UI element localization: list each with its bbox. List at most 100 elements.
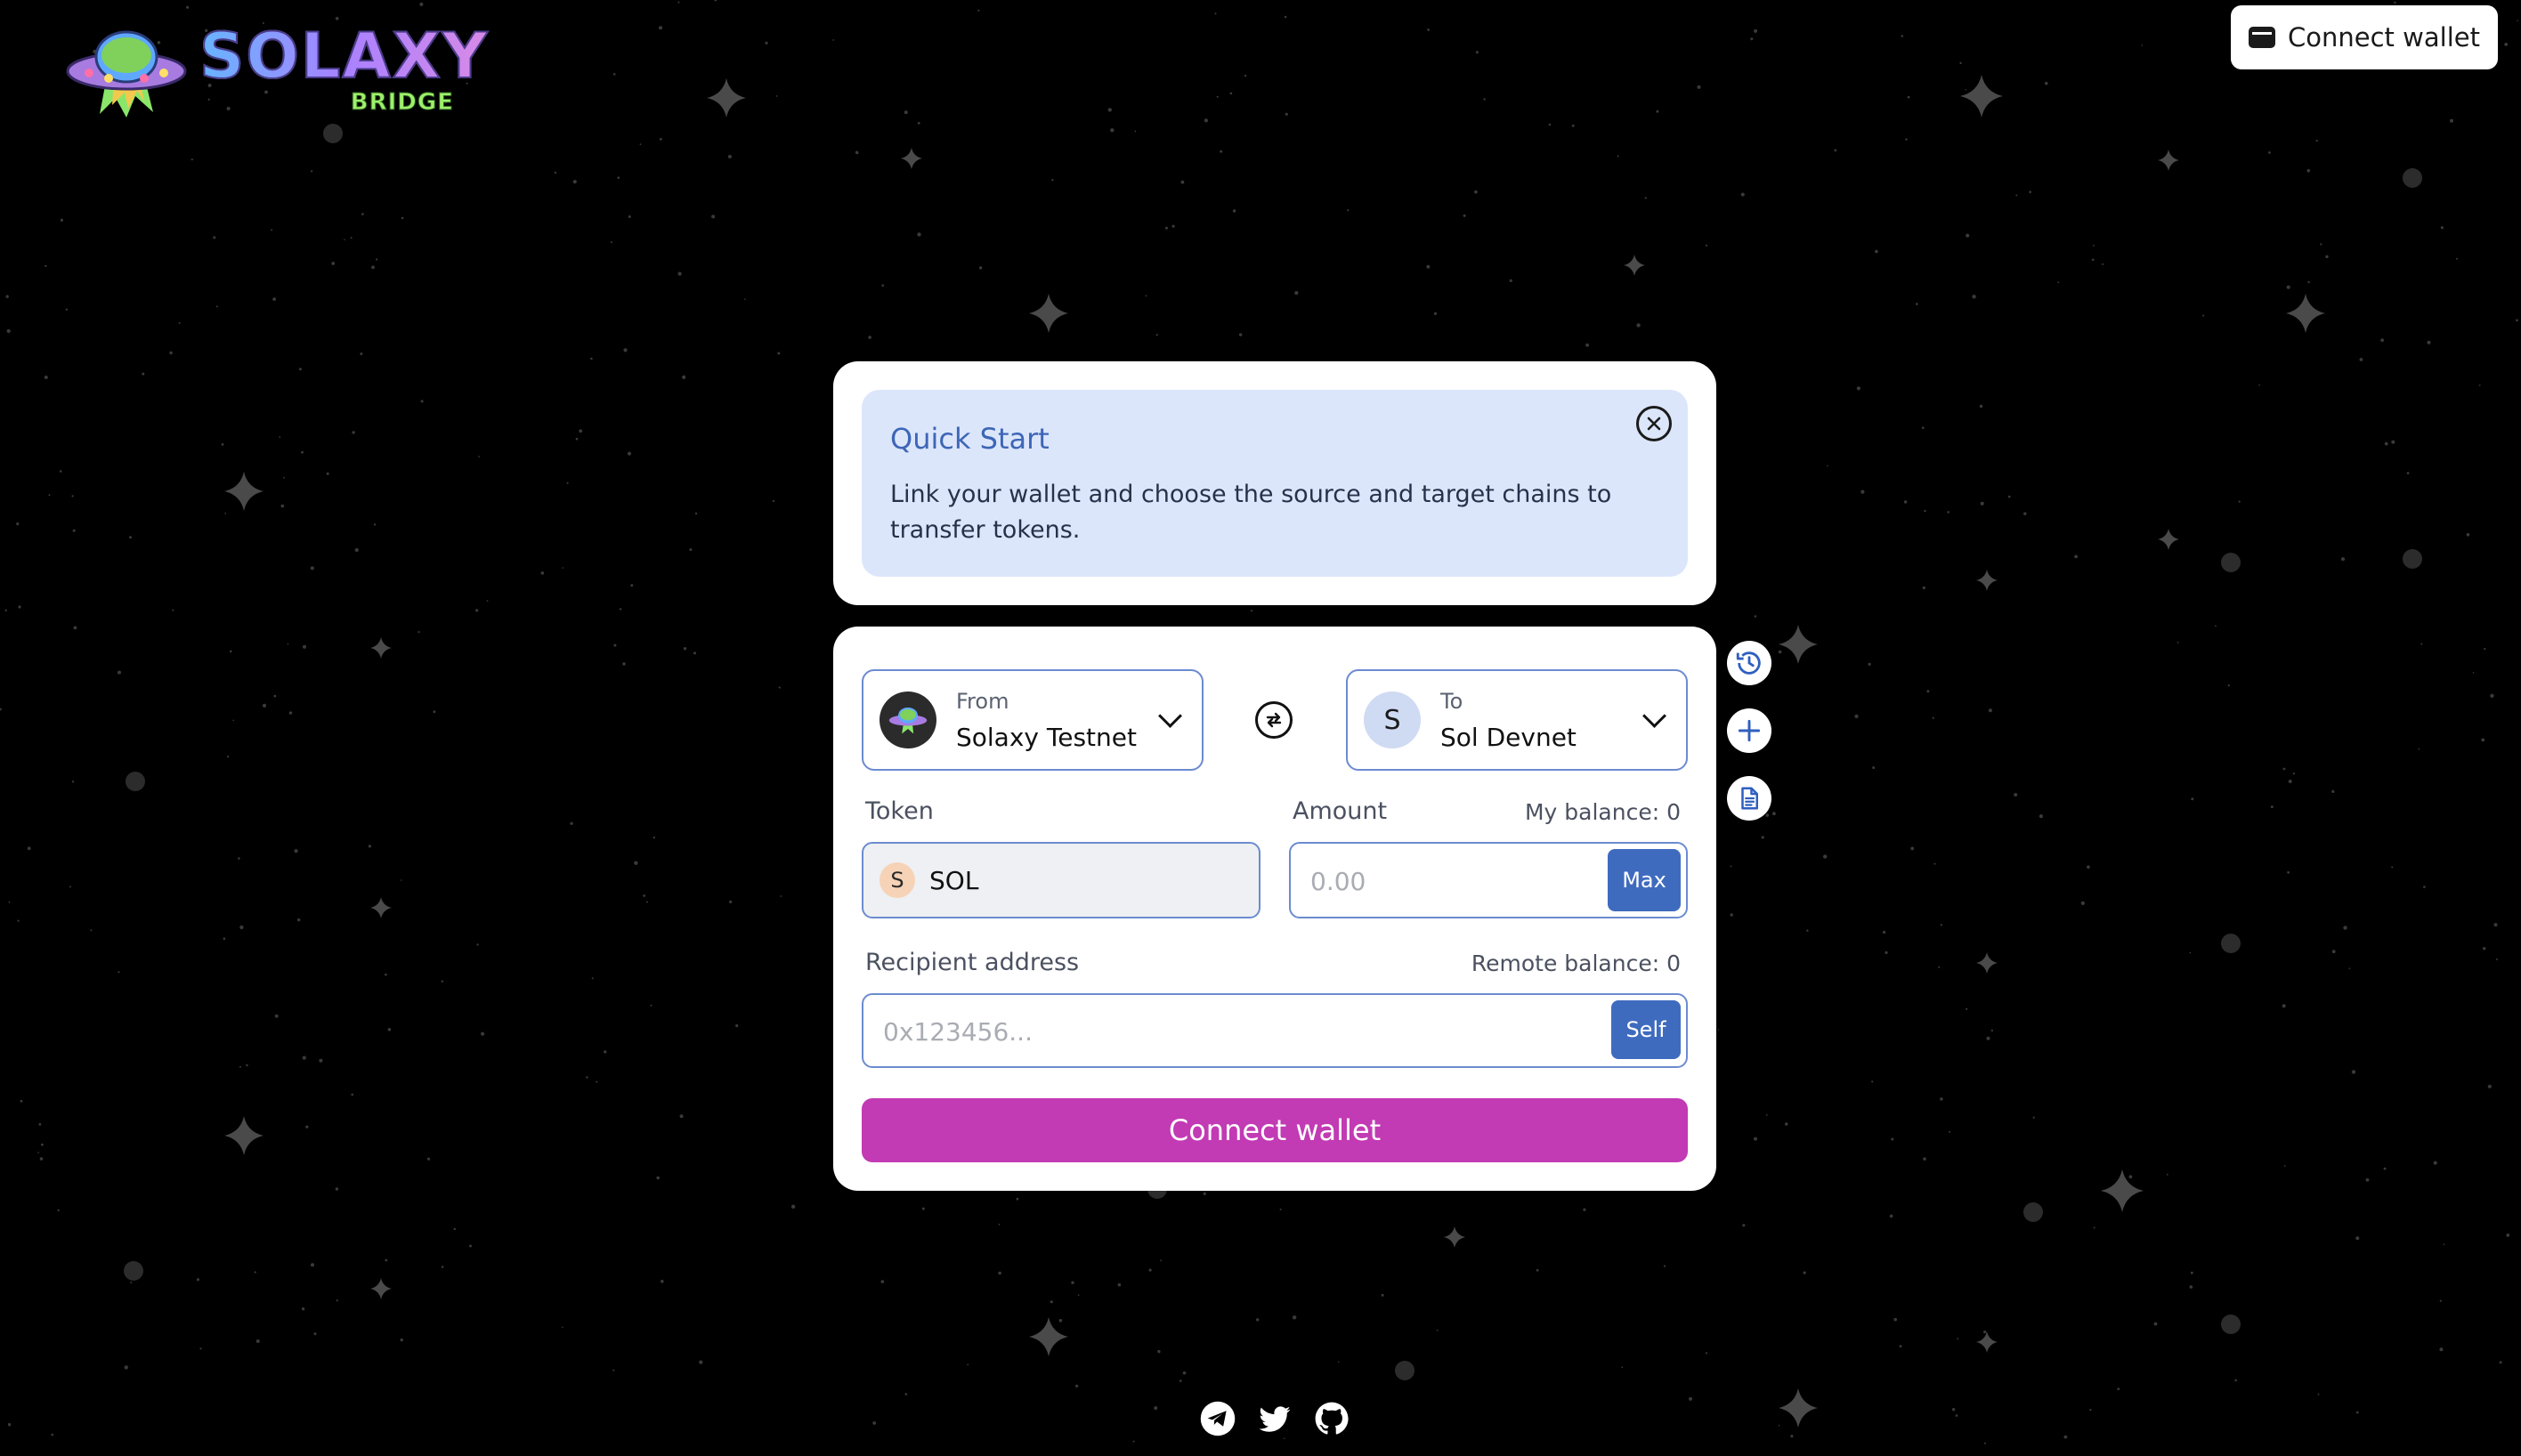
planet-dot [126,772,145,791]
star-dot [790,1204,796,1209]
star-dot [1740,192,1745,197]
from-chain-labels: From Solaxy Testnet [956,689,1162,752]
star-dot [2340,557,2346,562]
star-dot [352,431,355,434]
token-select[interactable]: S SOL [862,842,1260,918]
document-icon[interactable] [1727,776,1771,821]
star-dot [37,1152,39,1153]
add-icon[interactable] [1727,708,1771,753]
remote-balance: Remote balance: 0 [1471,950,1681,976]
amount-input[interactable] [1309,844,1597,918]
star-dot [1644,197,1647,199]
star-dot [2288,780,2292,783]
star-dot [634,861,638,865]
star-dot [1983,1331,1987,1334]
star-dot [246,1064,248,1067]
star-dot [2439,1347,2444,1352]
star-dot [279,436,281,438]
sparkle-star [370,897,392,918]
star-dot [2015,194,2018,197]
amount-label: Amount [1293,797,1388,825]
star-dot [354,547,359,553]
recipient-input[interactable] [881,995,1597,1068]
star-dot [238,857,240,860]
wallet-icon [2249,27,2276,48]
star-dot [130,1282,133,1284]
star-dot [2466,533,2470,537]
star-dot [1885,950,1888,954]
star-dot [1730,913,1733,917]
star-dot [1157,1349,1161,1354]
brand-logo[interactable]: SOLAXY BRIDGE [64,21,488,121]
star-dot [2227,684,2230,687]
star-dot [1016,1197,1019,1201]
star-dot [2029,190,2031,193]
header-connect-wallet-label: Connect wallet [2288,22,2480,53]
github-icon[interactable] [1312,1399,1351,1438]
to-chain-select[interactable]: S To Sol Devnet [1346,669,1688,771]
my-balance: My balance: 0 [1524,799,1681,825]
star-dot [627,451,632,456]
star-dot [650,1004,653,1007]
star-dot [1907,95,1910,99]
star-dot [1284,15,1287,19]
star-dot [1071,1281,1074,1284]
self-button[interactable]: Self [1611,1000,1681,1059]
star-dot [142,372,145,376]
star-dot [441,1266,444,1268]
star-dot [1347,209,1350,212]
telegram-icon[interactable] [1198,1399,1237,1438]
star-dot [591,977,594,980]
star-dot [2423,886,2426,888]
swap-icon[interactable] [1255,701,1293,739]
star-dot [301,1307,305,1311]
star-dot [313,1332,317,1336]
star-dot [2102,263,2104,265]
star-dot [1806,929,1809,932]
sparkle-star [2101,1169,2144,1212]
star-dot [433,710,436,714]
star-dot [1827,465,1828,467]
star-dot [777,352,781,355]
star-dot [1730,865,1732,868]
header-connect-wallet-button[interactable]: Connect wallet [2231,5,2498,69]
star-dot [371,265,375,270]
star-dot [643,894,645,897]
star-dot [401,216,404,220]
star-dot [1229,92,1233,95]
star-dot [271,229,273,231]
star-dot [562,1326,563,1329]
star-dot [2307,280,2310,284]
connect-wallet-button[interactable]: Connect wallet [862,1098,1688,1162]
max-button[interactable]: Max [1608,849,1681,911]
star-dot [2517,20,2518,22]
star-dot [1536,1268,1539,1272]
star-dot [1778,650,1782,654]
history-icon[interactable] [1727,641,1771,685]
star-dot [617,176,620,179]
star-dot [689,548,693,552]
star-dot [60,218,63,222]
star-dot [2359,358,2363,361]
star-dot [2215,625,2217,627]
star-dot [2406,472,2410,474]
star-dot [1058,1319,1063,1323]
star-dot [1244,74,1247,77]
star-dot [2383,1167,2387,1170]
star-dot [661,1280,664,1283]
star-dot [17,919,20,922]
from-chain-select[interactable]: From Solaxy Testnet [862,669,1204,771]
star-dot [1899,1345,1902,1347]
star-dot [1979,404,1983,408]
close-icon[interactable] [1636,406,1672,441]
star-dot [1621,1366,1624,1369]
star-dot [554,171,557,174]
star-dot [1949,1130,1950,1133]
star-dot [1765,813,1770,817]
star-dot [2234,1379,2237,1382]
star-dot [772,499,775,503]
sparkle-star [370,1278,392,1299]
star-dot [453,1227,456,1231]
twitter-icon[interactable] [1255,1399,1294,1438]
star-dot [239,1065,241,1068]
